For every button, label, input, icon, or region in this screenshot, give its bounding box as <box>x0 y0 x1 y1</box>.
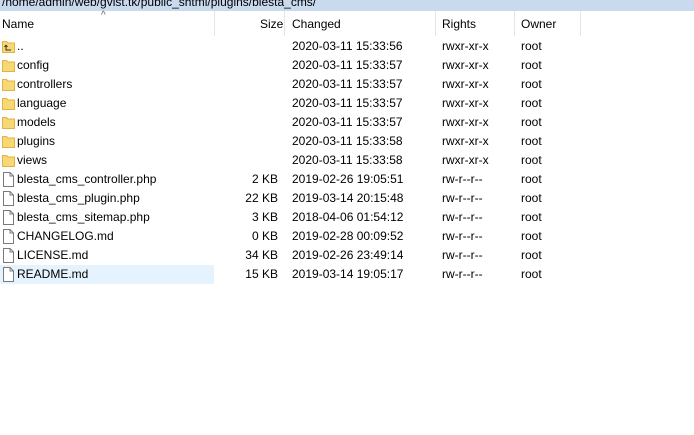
file-name: blesta_cms_plugin.php <box>17 191 140 205</box>
file-owner: root <box>521 229 542 243</box>
file-name: config <box>17 58 50 72</box>
file-name: controllers <box>17 77 73 91</box>
column-header: ^ Name Size Changed Rights Owner <box>0 11 694 36</box>
file-size <box>218 37 278 56</box>
file-owner: root <box>521 96 542 110</box>
file-changed: 2020-03-11 15:33:56 <box>292 39 403 53</box>
file-owner: root <box>521 58 542 72</box>
file-rights: rwxr-xr-x <box>442 39 489 53</box>
file-name: .. <box>17 39 24 53</box>
file-changed: 2019-02-26 19:05:51 <box>292 172 404 186</box>
file-owner: root <box>521 153 542 167</box>
file-name: plugins <box>17 134 56 148</box>
file-row[interactable]: LICENSE.md 34 KB 2019-02-26 23:49:14 rw-r--… <box>0 246 694 265</box>
column-rights[interactable]: Rights <box>442 11 476 36</box>
file-owner: root <box>521 39 542 53</box>
file-changed: 2020-03-11 15:33:58 <box>292 134 403 148</box>
file-size: 22 KB <box>245 191 278 205</box>
column-size[interactable]: Size <box>260 11 283 36</box>
file-rights: rwxr-xr-x <box>442 58 489 72</box>
file-rights: rw-r--r-- <box>442 191 483 205</box>
file-changed: 2020-03-11 15:33:57 <box>292 77 403 91</box>
column-owner[interactable]: Owner <box>521 11 556 36</box>
column-divider[interactable] <box>435 11 436 36</box>
file-name: blesta_cms_controller.php <box>17 172 157 186</box>
file-rights: rwxr-xr-x <box>442 153 489 167</box>
file-rights: rwxr-xr-x <box>442 134 489 148</box>
file-changed: 2018-04-06 01:54:12 <box>292 210 404 224</box>
file-size <box>218 113 278 132</box>
file-row[interactable]: language 2020-03-11 15:33:57 rwxr-xr-x root <box>0 94 694 113</box>
file-changed: 2019-02-26 23:49:14 <box>292 248 404 262</box>
file-owner: root <box>521 210 542 224</box>
file-rights: rwxr-xr-x <box>442 77 489 91</box>
file-name: README.md <box>17 267 89 281</box>
file-name: language <box>17 96 67 110</box>
file-row[interactable]: models 2020-03-11 15:33:57 rwxr-xr-x root <box>0 113 694 132</box>
column-divider[interactable] <box>580 11 581 36</box>
column-divider[interactable] <box>514 11 515 36</box>
file-rights: rw-r--r-- <box>442 267 483 281</box>
file-size: 15 KB <box>245 267 278 281</box>
file-row[interactable]: blesta_cms_plugin.php 22 KB 2019-03-14 20:… <box>0 189 694 208</box>
file-owner: root <box>521 172 542 186</box>
file-size: 34 KB <box>245 248 278 262</box>
file-rights: rw-r--r-- <box>442 248 483 262</box>
file-changed: 2020-03-11 15:33:57 <box>292 58 403 72</box>
file-size: 3 KB <box>251 210 278 224</box>
file-owner: root <box>521 267 542 281</box>
file-owner: root <box>521 115 542 129</box>
file-name: blesta_cms_sitemap.php <box>17 210 150 224</box>
file-row[interactable]: plugins 2020-03-11 15:33:58 rwxr-xr-x root <box>0 132 694 151</box>
file-size <box>218 75 278 94</box>
file-row[interactable]: CHANGELOG.md 0 KB 2019-02-28 00:09:52 rw-r-… <box>0 227 694 246</box>
file-row[interactable]: config 2020-03-11 15:33:57 rwxr-xr-x root <box>0 56 694 75</box>
file-owner: root <box>521 191 542 205</box>
file-size <box>218 132 278 151</box>
parent-directory-row[interactable]: .. 2020-03-11 15:33:56 rwxr-xr-x root <box>0 37 694 56</box>
file-rights: rwxr-xr-x <box>442 96 489 110</box>
file-name: models <box>17 115 56 129</box>
path-text: /home/admin/web/gvist.tk/public_shtml/pl… <box>2 0 317 9</box>
column-changed[interactable]: Changed <box>292 11 341 36</box>
file-size <box>218 94 278 113</box>
file-row[interactable]: blesta_cms_sitemap.php 3 KB 2018-04-06 01:… <box>0 208 694 227</box>
file-size <box>218 56 278 75</box>
file-size: 0 KB <box>251 229 278 243</box>
file-owner: root <box>521 248 542 262</box>
file-size: 2 KB <box>251 172 278 186</box>
file-owner: root <box>521 77 542 91</box>
file-changed: 2020-03-11 15:33:58 <box>292 153 403 167</box>
file-row[interactable]: README.md 15 KB 2019-03-14 19:05:17 rw-r--r… <box>0 265 694 284</box>
file-changed: 2020-03-11 15:33:57 <box>292 115 403 129</box>
column-name[interactable]: Name <box>2 11 34 36</box>
file-changed: 2019-03-14 20:15:48 <box>292 191 404 205</box>
column-divider[interactable] <box>284 11 285 36</box>
file-rights: rw-r--r-- <box>442 229 483 243</box>
file-rights: rwxr-xr-x <box>442 115 489 129</box>
file-row[interactable]: blesta_cms_controller.php 2 KB 2019-02-26 … <box>0 170 694 189</box>
file-changed: 2020-03-11 15:33:57 <box>292 96 403 110</box>
file-rights: rw-r--r-- <box>442 210 483 224</box>
file-changed: 2019-03-14 19:05:17 <box>292 267 404 281</box>
file-rights: rw-r--r-- <box>442 172 483 186</box>
column-divider[interactable] <box>214 11 215 36</box>
sort-ascending-icon: ^ <box>101 10 106 21</box>
file-name: views <box>17 153 48 167</box>
file-name: LICENSE.md <box>17 248 89 262</box>
file-row[interactable]: views 2020-03-11 15:33:58 rwxr-xr-x root <box>0 151 694 170</box>
file-size <box>218 151 278 170</box>
file-name: CHANGELOG.md <box>17 229 114 243</box>
file-row[interactable]: controllers 2020-03-11 15:33:57 rwxr-xr-x r… <box>0 75 694 94</box>
file-changed: 2019-02-28 00:09:52 <box>292 229 404 243</box>
file-owner: root <box>521 134 542 148</box>
